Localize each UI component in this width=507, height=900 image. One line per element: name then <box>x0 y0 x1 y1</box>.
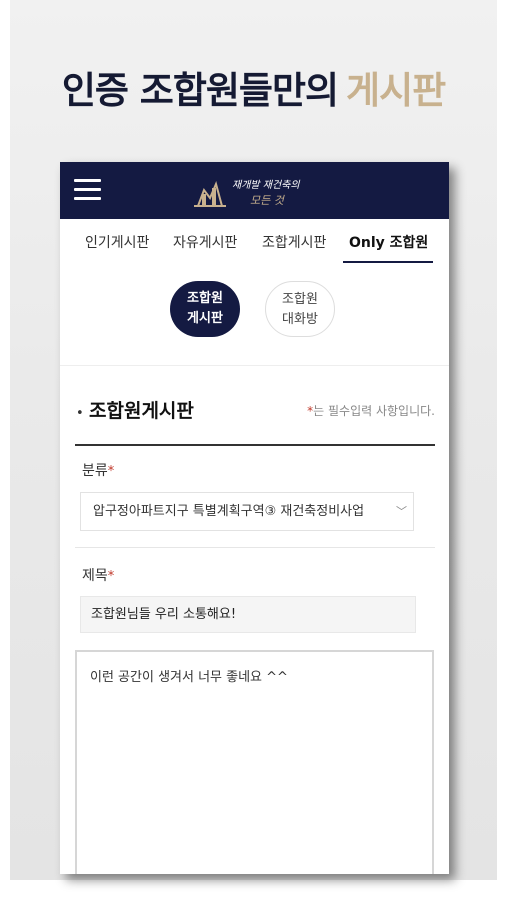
app-logo-icon[interactable]: 재개발 재건축의 모든 것 <box>190 170 330 212</box>
headline-main: 인증 조합원들만의 <box>61 69 339 112</box>
subnav-member-chat-button[interactable]: 조합원 대화방 <box>265 281 335 337</box>
subnav-label-line1: 조합원 <box>282 292 318 307</box>
subject-label: 제목* <box>82 565 114 585</box>
tab-union-board[interactable]: 조합게시판 <box>262 232 326 252</box>
subject-label-text: 제목 <box>82 568 108 584</box>
headline-highlight: 게시판 <box>346 69 446 112</box>
category-label: 분류* <box>82 460 114 480</box>
promo-headline: 인증 조합원들만의 게시판 <box>10 60 497 114</box>
subnav-label-line2: 게시판 <box>187 311 223 326</box>
required-note: *는 필수입력 사항입니다. <box>307 402 435 419</box>
app-header: 재개발 재건축의 모든 것 <box>60 162 449 219</box>
tab-free-board[interactable]: 자유게시판 <box>173 232 237 252</box>
board-tabs: 인기게시판 자유게시판 조합게시판 Only 조합원 <box>60 219 449 263</box>
hamburger-menu-icon[interactable] <box>74 179 101 201</box>
form-section-header: • 조합원게시판 *는 필수입력 사항입니다. <box>75 386 435 446</box>
required-star: * <box>107 464 115 479</box>
body-textarea[interactable]: 이런 공간이 생겨서 너무 좋네요 ^^ <box>75 650 434 874</box>
required-note-text: 는 필수입력 사항입니다. <box>313 404 435 418</box>
bullet-icon: • <box>76 406 84 421</box>
category-select[interactable]: 압구정아파트지구 특별계획구역③ 재건축정비사업 ﹀ <box>80 492 414 531</box>
subject-input[interactable]: 조합원님들 우리 소통해요! <box>80 596 416 633</box>
subnav-label-line1: 조합원 <box>187 291 223 306</box>
field-divider <box>75 547 435 548</box>
subnav-label-line2: 대화방 <box>282 312 318 327</box>
chevron-down-icon: ﹀ <box>396 505 407 518</box>
logo-line1: 재개발 재건축의 <box>232 179 300 191</box>
tab-popular-board[interactable]: 인기게시판 <box>85 232 149 252</box>
category-label-text: 분류 <box>82 463 108 479</box>
app-screen: 재개발 재건축의 모든 것 인기게시판 자유게시판 조합게시판 Only 조합원… <box>60 162 449 874</box>
subnav-member-board-button[interactable]: 조합원 게시판 <box>170 281 240 337</box>
page-title: 조합원게시판 <box>89 400 194 422</box>
member-subnav: 조합원 게시판 조합원 대화방 <box>60 263 449 366</box>
logo-line2: 모든 것 <box>250 194 286 207</box>
category-select-value: 압구정아파트지구 특별계획구역③ 재건축정비사업 <box>93 504 365 519</box>
tab-only-members[interactable]: Only 조합원 <box>349 232 428 252</box>
required-star: * <box>107 569 115 584</box>
